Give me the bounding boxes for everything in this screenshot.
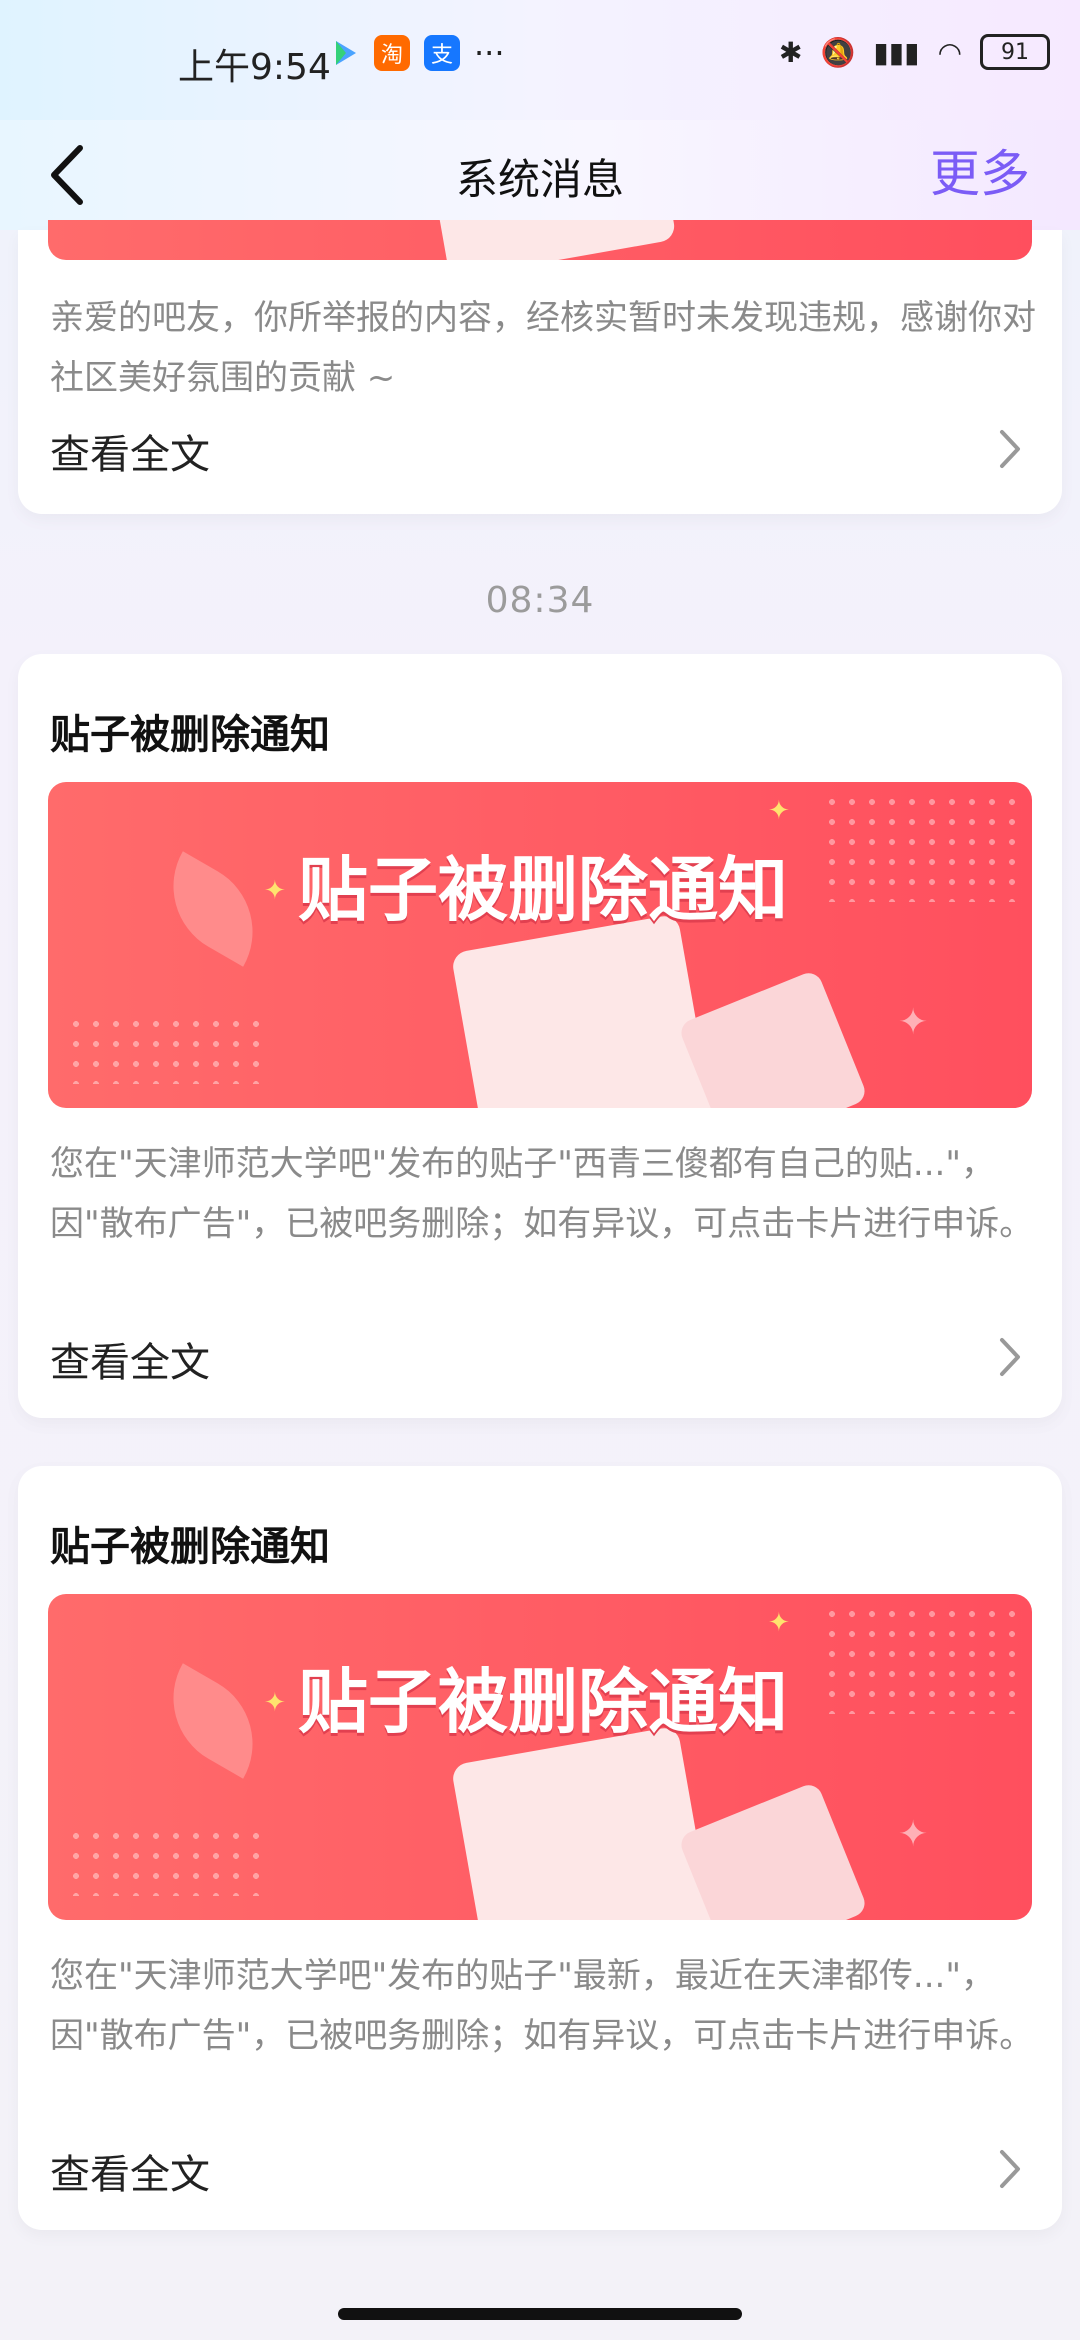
- chevron-right-icon: [1000, 1338, 1020, 1376]
- nav-bar: 系统消息 更多: [0, 120, 1080, 230]
- alipay-icon: 支: [424, 35, 460, 71]
- message-banner: ✦ ✦ ✦ 贴子被删除通知: [48, 782, 1032, 1108]
- view-full-text-link[interactable]: 查看全文: [50, 1330, 210, 1388]
- play-store-icon: [336, 41, 356, 65]
- message-description: 您在"天津师范大学吧"发布的贴子"西青三傻都有自己的贴..."，因"散布广告"，…: [50, 1144, 1034, 1244]
- banner-paper: [450, 1725, 716, 1920]
- sparkle-icon: ✦: [768, 1608, 790, 1638]
- message-title: 贴子被删除通知: [50, 712, 330, 758]
- status-time: 上午9:54: [178, 47, 331, 88]
- chevron-right-icon: [1000, 430, 1020, 468]
- taobao-icon: 淘: [374, 35, 410, 71]
- message-timestamp: 08:34: [485, 580, 595, 621]
- leaf-decoration: [147, 851, 279, 967]
- battery-icon: 91: [980, 34, 1050, 70]
- home-indicator[interactable]: [338, 2308, 742, 2320]
- banner-paper: [677, 1781, 869, 1920]
- wifi-icon: ◠: [937, 35, 962, 69]
- more-button[interactable]: 更多: [930, 134, 1030, 206]
- leaf-decoration: [147, 1663, 279, 1779]
- sparkle-icon: ✦: [264, 1688, 286, 1718]
- bluetooth-icon: ✱: [778, 35, 803, 69]
- view-full-text-link[interactable]: 查看全文: [50, 422, 210, 480]
- message-card[interactable]: 亲爱的吧友，你所举报的内容，经核实暂时未发现违规，感谢你对社区美好氛围的贡献 ~…: [18, 220, 1062, 514]
- banner-title: 贴子被删除通知: [298, 1661, 788, 1743]
- message-title: 贴子被删除通知: [50, 1524, 330, 1570]
- sparkle-icon: ✦: [898, 1002, 929, 1043]
- message-card[interactable]: 贴子被删除通知 ✦ ✦ ✦ 贴子被删除通知 您在"天津师范大学吧"发布的贴子"西…: [18, 654, 1062, 1418]
- message-banner: ✦ ✦ ✦ 贴子被删除通知: [48, 1594, 1032, 1920]
- banner-paper: [450, 913, 716, 1108]
- message-banner: [48, 220, 1032, 260]
- signal-icon: ▮▮▮: [873, 35, 920, 69]
- more-notifications-icon: ···: [474, 34, 505, 72]
- silent-icon: 🔕: [820, 35, 856, 69]
- message-card[interactable]: 贴子被删除通知 ✦ ✦ ✦ 贴子被删除通知 您在"天津师范大学吧"发布的贴子"最…: [18, 1466, 1062, 2230]
- sparkle-icon: ✦: [264, 876, 286, 906]
- status-system-icons: ✱ 🔕 ▮▮▮ ◠ 91: [779, 34, 1050, 70]
- status-app-icons: 淘 支 ···: [332, 34, 505, 72]
- banner-paper: [677, 969, 869, 1108]
- message-description: 您在"天津师范大学吧"发布的贴子"最新，最近在天津都传..."，因"散布广告"，…: [50, 1956, 1034, 2056]
- chevron-right-icon: [1000, 2150, 1020, 2188]
- banner-title: 贴子被删除通知: [298, 849, 788, 931]
- banner-paper: [429, 220, 677, 260]
- page-title: 系统消息: [455, 155, 624, 204]
- status-bar: 上午9:54 淘 支 ··· ✱ 🔕 ▮▮▮ ◠ 91: [0, 0, 1080, 120]
- sparkle-icon: ✦: [898, 1814, 929, 1855]
- view-full-text-link[interactable]: 查看全文: [50, 2142, 210, 2200]
- sparkle-icon: ✦: [768, 796, 790, 826]
- message-description: 亲爱的吧友，你所举报的内容，经核实暂时未发现违规，感谢你对社区美好氛围的贡献 ~: [50, 298, 1036, 398]
